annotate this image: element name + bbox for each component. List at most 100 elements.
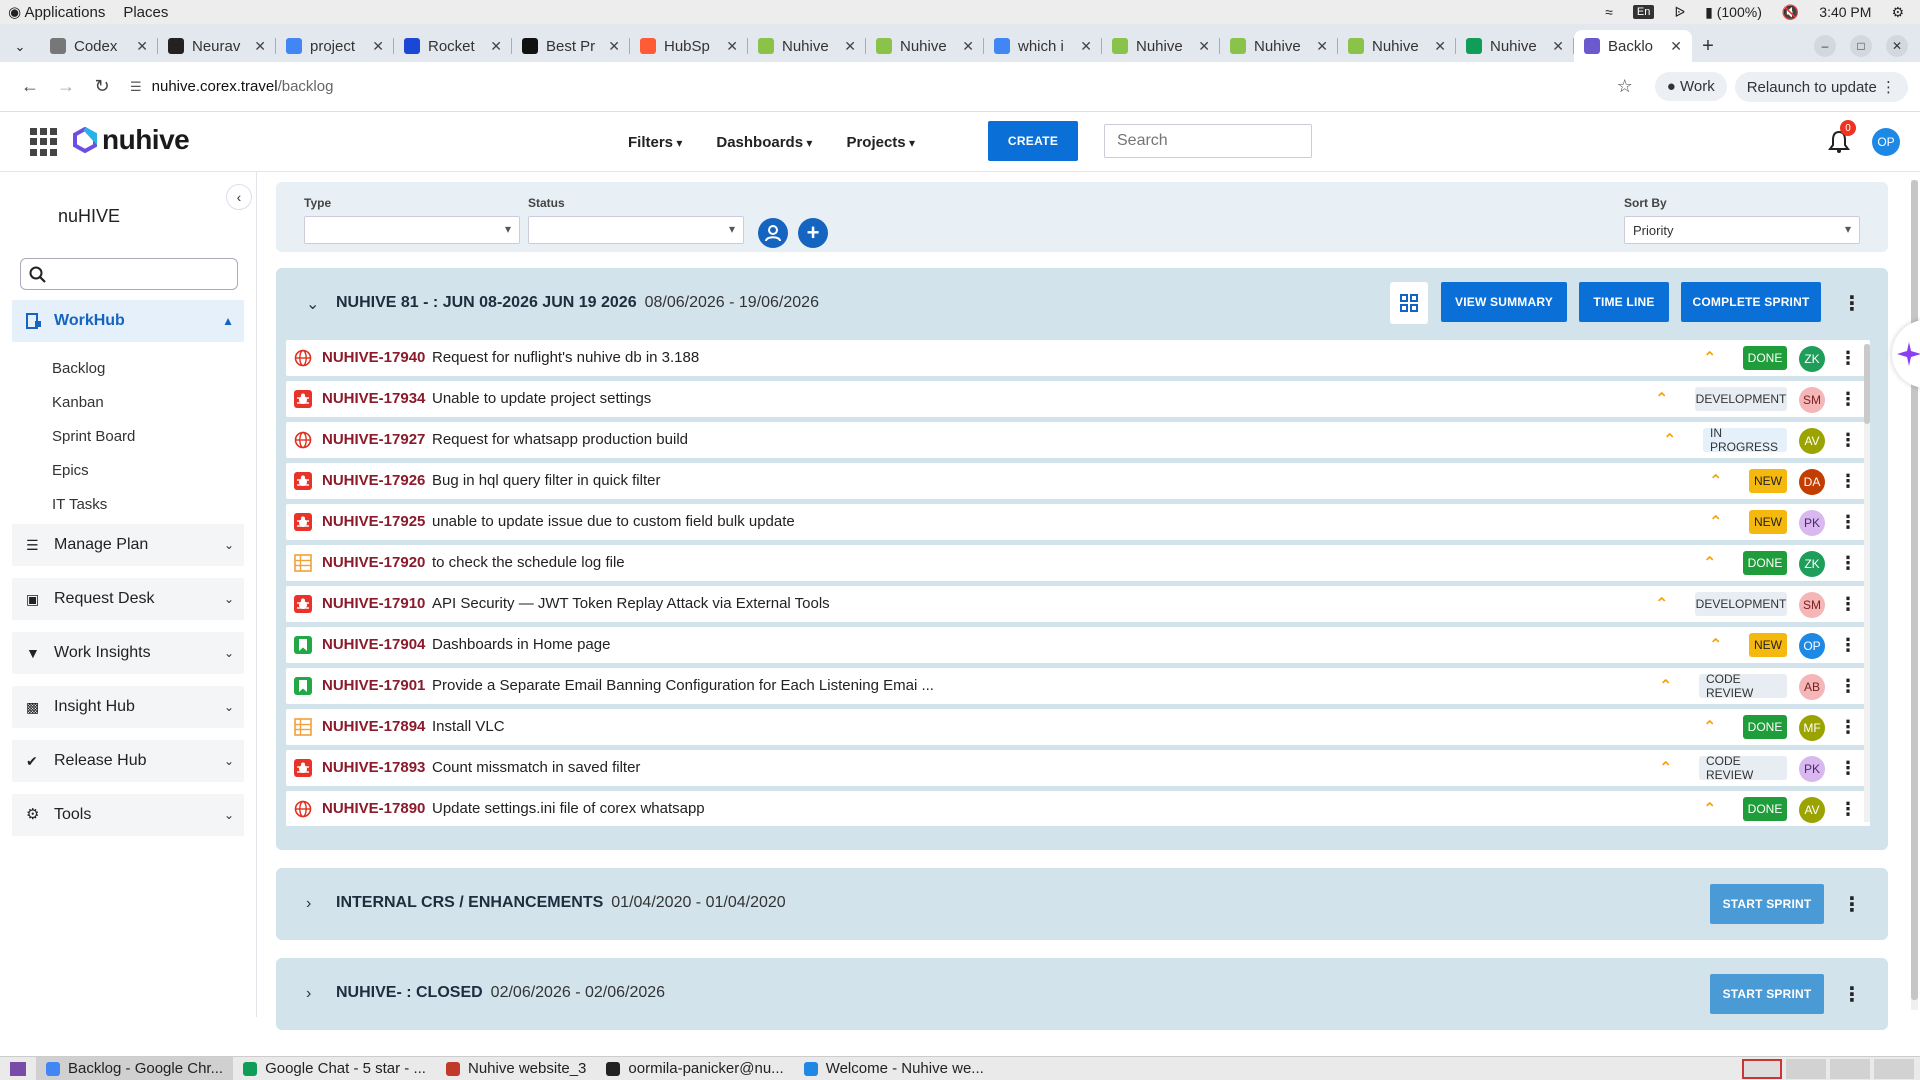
sidebar-item-sprint-board[interactable]: Sprint Board — [52, 428, 135, 445]
tab-close-icon[interactable]: ✕ — [1198, 38, 1210, 55]
issue-key[interactable]: NUHIVE-17904 — [322, 636, 425, 653]
sprint-more-icon[interactable]: ⋮ — [1842, 889, 1862, 919]
start-sprint-button[interactable]: START SPRINT — [1710, 884, 1824, 924]
browser-tab[interactable]: Nuhive ✕ — [1456, 30, 1574, 62]
projects-menu[interactable]: Projects — [846, 134, 915, 151]
issue-list-scrollbar-thumb[interactable] — [1864, 344, 1870, 424]
profile-button[interactable]: ● Work — [1654, 72, 1727, 101]
browser-tab[interactable]: Backlo ✕ — [1574, 30, 1692, 62]
sidebar-group-insight-hub[interactable]: ▩ Insight Hub ⌄ — [12, 686, 244, 728]
volume-mute-icon[interactable]: 🔇 — [1782, 4, 1799, 21]
assignee-avatar[interactable]: PK — [1799, 756, 1825, 782]
new-tab-plus-icon[interactable]: + — [1692, 30, 1724, 62]
browser-tab[interactable]: project ✕ — [276, 30, 394, 62]
issue-row[interactable]: NUHIVE-17910 API Security — JWT Token Rep… — [286, 586, 1870, 622]
workspace-2[interactable] — [1786, 1058, 1826, 1079]
status-badge[interactable]: DONE — [1743, 346, 1787, 370]
show-desktop-icon[interactable] — [10, 1061, 26, 1076]
browser-tab[interactable]: HubSp ✕ — [630, 30, 748, 62]
issue-row[interactable]: NUHIVE-17934 Unable to update project set… — [286, 381, 1870, 417]
status-badge[interactable]: DONE — [1743, 715, 1787, 739]
assignee-avatar[interactable]: OP — [1799, 633, 1825, 659]
browser-tab[interactable]: Nuhive ✕ — [1220, 30, 1338, 62]
chevron-right-icon[interactable]: › — [306, 985, 311, 1003]
sidebar-group-work-insights[interactable]: ▼ Work Insights ⌄ — [12, 632, 244, 674]
sidebar-group-tools[interactable]: ⚙ Tools ⌄ — [12, 794, 244, 836]
wifi-icon[interactable]: ≈ — [1605, 4, 1613, 20]
sort-by-select[interactable]: Priority — [1624, 216, 1860, 244]
issue-key[interactable]: NUHIVE-17894 — [322, 718, 425, 735]
issue-row[interactable]: NUHIVE-17893 Count missmatch in saved fil… — [286, 750, 1870, 786]
browser-tab[interactable]: Nuhive ✕ — [748, 30, 866, 62]
taskbar-window[interactable]: Nuhive website_3 — [436, 1057, 596, 1080]
sidebar-group-workhub[interactable]: WorkHub ▲ — [12, 300, 244, 342]
issue-more-icon[interactable]: ⋮ — [1839, 753, 1857, 783]
back-arrow-icon[interactable]: ← — [12, 76, 48, 97]
issue-key[interactable]: NUHIVE-17926 — [322, 472, 425, 489]
browser-tab[interactable]: Rocket ✕ — [394, 30, 512, 62]
relaunch-button[interactable]: Relaunch to update ⋮ — [1734, 71, 1908, 102]
maximize-icon[interactable]: □ — [1850, 35, 1872, 57]
status-badge[interactable]: CODE REVIEW — [1699, 754, 1787, 782]
browser-tab[interactable]: Nuhive ✕ — [1102, 30, 1220, 62]
keyboard-layout[interactable]: En — [1632, 5, 1655, 19]
sidebar-item-kanban[interactable]: Kanban — [52, 394, 104, 411]
issue-more-icon[interactable]: ⋮ — [1839, 384, 1857, 414]
sprint-header[interactable]: › NUHIVE- : CLOSED 02/06/2026 - 02/06/202… — [276, 958, 1888, 1030]
issue-key[interactable]: NUHIVE-17910 — [322, 595, 425, 612]
tab-close-icon[interactable]: ✕ — [1316, 38, 1328, 55]
tab-close-icon[interactable]: ✕ — [726, 38, 738, 55]
assignee-avatar[interactable]: ZK — [1799, 551, 1825, 577]
status-badge[interactable]: NEW — [1749, 469, 1787, 493]
status-badge[interactable]: CODE REVIEW — [1699, 672, 1787, 700]
url-field[interactable]: ☰ nuhive.corex.travel/backlog — [130, 78, 1617, 95]
dashboards-menu[interactable]: Dashboards — [716, 134, 812, 151]
tab-close-icon[interactable]: ✕ — [490, 38, 502, 55]
issue-title[interactable]: Unable to update project settings — [432, 390, 651, 407]
reload-icon[interactable]: ↻ — [84, 76, 120, 97]
issue-row[interactable]: NUHIVE-17927 Request for whatsapp product… — [286, 422, 1870, 458]
status-badge[interactable]: DONE — [1743, 551, 1787, 575]
issue-more-icon[interactable]: ⋮ — [1839, 548, 1857, 578]
status-badge[interactable]: IN PROGRESS — [1703, 426, 1787, 454]
add-filter-plus-icon[interactable]: + — [798, 218, 828, 248]
status-filter-select[interactable] — [528, 216, 744, 244]
app-launcher-grid-icon[interactable] — [30, 128, 58, 156]
tab-close-icon[interactable]: ✕ — [372, 38, 384, 55]
issue-more-icon[interactable]: ⋮ — [1839, 671, 1857, 701]
issue-title[interactable]: Bug in hql query filter in quick filter — [432, 472, 660, 489]
time-line-button[interactable]: TIME LINE — [1579, 282, 1669, 322]
tab-close-icon[interactable]: ✕ — [962, 38, 974, 55]
tab-close-icon[interactable]: ✕ — [1670, 38, 1682, 55]
type-filter-select[interactable] — [304, 216, 520, 244]
places-menu[interactable]: Places — [123, 4, 168, 21]
issue-title[interactable]: unable to update issue due to custom fie… — [432, 513, 795, 530]
view-summary-button[interactable]: VIEW SUMMARY — [1441, 282, 1567, 322]
issue-row[interactable]: NUHIVE-17926 Bug in hql query filter in q… — [286, 463, 1870, 499]
start-sprint-button[interactable]: START SPRINT — [1710, 974, 1824, 1014]
issue-row[interactable]: NUHIVE-17894 Install VLC ⌃ DONE MF ⋮ — [286, 709, 1870, 745]
issue-more-icon[interactable]: ⋮ — [1839, 589, 1857, 619]
issue-key[interactable]: NUHIVE-17901 — [322, 677, 425, 694]
sidebar-item-epics[interactable]: Epics — [52, 462, 89, 479]
issue-more-icon[interactable]: ⋮ — [1839, 507, 1857, 537]
browser-tab[interactable]: which i ✕ — [984, 30, 1102, 62]
taskbar-window[interactable]: Backlog - Google Chr... — [36, 1056, 234, 1080]
issue-row[interactable]: NUHIVE-17940 Request for nuflight's nuhiv… — [286, 340, 1870, 376]
page-scrollbar-thumb[interactable] — [1911, 180, 1918, 1000]
bluetooth-icon[interactable]: ᐉ — [1674, 4, 1685, 21]
user-avatar[interactable]: OP — [1872, 128, 1900, 156]
tab-close-icon[interactable]: ✕ — [1080, 38, 1092, 55]
issue-more-icon[interactable]: ⋮ — [1839, 466, 1857, 496]
issue-more-icon[interactable]: ⋮ — [1839, 712, 1857, 742]
issue-key[interactable]: NUHIVE-17920 — [322, 554, 425, 571]
assignee-avatar[interactable]: AB — [1799, 674, 1825, 700]
assignee-avatar[interactable]: SM — [1799, 592, 1825, 618]
issue-title[interactable]: Provide a Separate Email Banning Configu… — [432, 677, 934, 694]
assignee-avatar[interactable]: ZK — [1799, 346, 1825, 372]
assignee-avatar[interactable]: SM — [1799, 387, 1825, 413]
issue-key[interactable]: NUHIVE-17890 — [322, 800, 425, 817]
forward-arrow-icon[interactable]: → — [48, 76, 84, 97]
nuhive-logo[interactable]: nuhive — [72, 124, 190, 156]
workspace-4[interactable] — [1874, 1058, 1914, 1079]
